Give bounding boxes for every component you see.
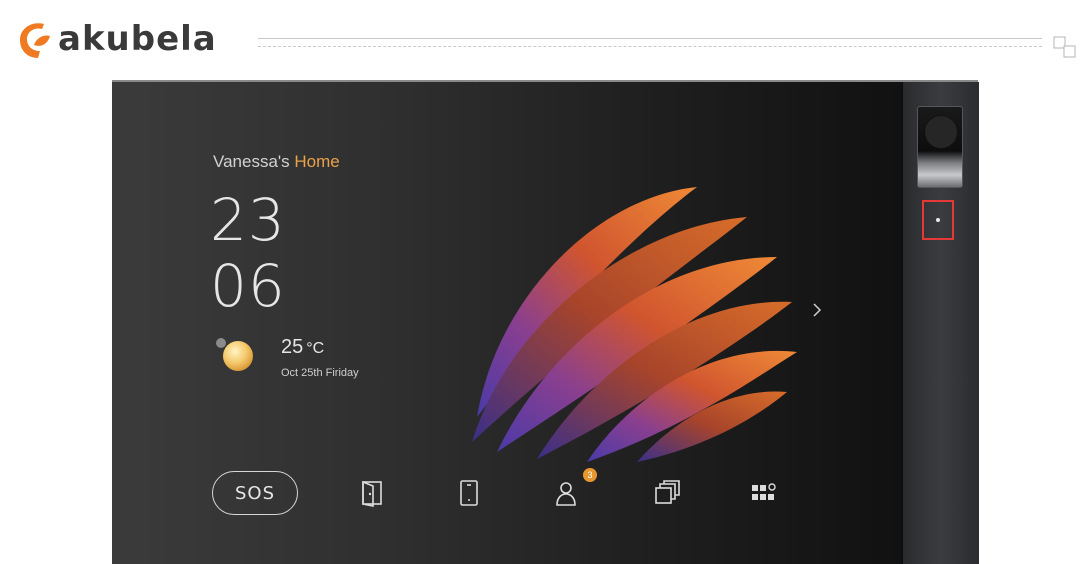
sos-button[interactable]: SOS [212,471,298,515]
sun-icon [216,338,253,371]
temperature-unit: °C [306,340,325,357]
camera-lens-icon [924,115,958,149]
temperature-value: 25 [281,336,304,358]
header-divider-dashed [258,46,1042,47]
apps-grid-icon[interactable] [749,478,779,508]
corner-squares-icon [1053,36,1076,58]
header-divider [258,38,1042,39]
brand-mark-icon [20,23,50,58]
chevron-right-icon[interactable] [809,298,825,322]
home-screen: Vanessa's Home 23 06 25 °C Oct 25th Firid… [112,82,902,564]
door-icon[interactable] [357,478,387,508]
home-word: Home [294,152,340,171]
brand-name: akubela [58,19,217,59]
device-side-panel [902,82,979,564]
clock-minute: 06 [210,252,286,320]
home-owner-name: Vanessa's [213,152,290,171]
camera-module [917,106,963,188]
brand-logo: akubela [14,14,217,64]
contacts-badge: 3 [583,468,597,482]
indicator-highlight [922,200,954,240]
windows-icon[interactable] [652,478,682,508]
date-label: Oct 25th Firiday [281,367,359,379]
clock-hour: 23 [210,186,286,254]
home-title: Vanessa's Home [213,152,340,172]
temperature: 25 °C [281,336,324,359]
tablet-icon[interactable] [454,478,484,508]
smart-panel-device: Vanessa's Home 23 06 25 °C Oct 25th Firid… [112,80,979,564]
contacts-icon[interactable] [552,478,582,508]
indicator-light [936,218,940,222]
swirl-sphere-wallpaper [472,187,797,462]
